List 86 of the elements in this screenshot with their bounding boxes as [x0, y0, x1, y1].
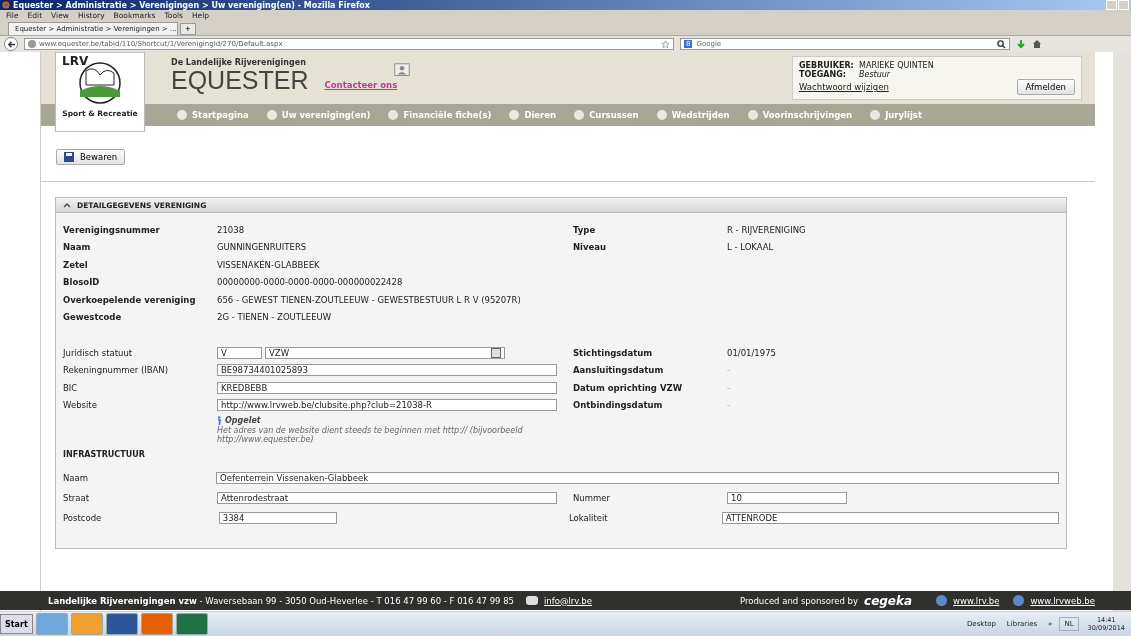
field-label: Rekeningnummer (IBAN)	[63, 365, 170, 376]
field-label: Postcode	[63, 513, 103, 523]
field-label: Juridisch statuut	[63, 347, 134, 358]
field-label: Verenigingsnummer	[63, 224, 161, 235]
input-field[interactable]: 3384	[218, 512, 337, 524]
field-label: Naam	[63, 242, 92, 253]
field-label: Straat	[63, 493, 90, 503]
field-value: GUNNINGENRUITERS	[217, 242, 308, 253]
taskbar-app-icon[interactable]	[175, 613, 208, 635]
field-label: Niveau	[573, 242, 608, 253]
field-value: -	[727, 400, 731, 411]
footer-link[interactable]: www.lrvweb.be	[1030, 595, 1095, 606]
field-label: BIC	[63, 382, 79, 393]
logout-button[interactable]: Afmelden	[1016, 79, 1075, 95]
bookmark-star-icon[interactable]	[661, 39, 670, 49]
field-label: Lokaliteit	[568, 513, 609, 523]
field-label: Nummer	[573, 493, 612, 503]
field-label: Datum oprichting VZW	[573, 382, 684, 393]
field-value: VISSENAKEN-GLABBEEK	[217, 259, 321, 270]
change-password-link[interactable]: Wachtwoord wijzigen	[799, 82, 889, 92]
field-label: Website	[63, 400, 98, 411]
taskbar-app-icon[interactable]	[105, 613, 138, 635]
sponsor-logo: cegeka	[864, 593, 913, 608]
back-button[interactable]	[4, 37, 18, 51]
nav-icon	[870, 110, 881, 120]
scrollbar[interactable]	[1113, 52, 1131, 611]
access-value: Bestuur	[859, 70, 891, 79]
field-label: Gewestcode	[63, 312, 123, 323]
nav-icon	[388, 110, 399, 120]
nav-icon	[656, 110, 667, 120]
brand-title: EQUESTER	[171, 67, 309, 93]
field-value: L - LOKAAL	[727, 242, 774, 253]
field-value: 2G - TIENEN - ZOUTLEEUW	[217, 312, 333, 323]
download-arrow-icon[interactable]	[1016, 39, 1026, 49]
input-field[interactable]: 10	[727, 492, 847, 504]
contact-link[interactable]: Contacteer ons	[324, 80, 398, 90]
input-field[interactable]: Attenrodestraat	[217, 492, 557, 504]
nav-icon	[747, 110, 758, 120]
note-title: Opgelet	[225, 416, 261, 426]
minimize-button[interactable]	[1106, 0, 1117, 10]
input-field[interactable]: BE98734401025893	[217, 364, 557, 377]
new-tab-button[interactable]: +	[180, 23, 196, 35]
input-field[interactable]: Oefenterrein Vissenaken-Glabbeek	[216, 472, 1059, 484]
field-value: 01/01/1975	[727, 347, 776, 358]
field-label: Zetel	[63, 259, 89, 270]
footer-link[interactable]: www.lrv.be	[953, 595, 1000, 606]
field-label: Aansluitingsdatum	[573, 365, 665, 376]
search-icon[interactable]	[997, 39, 1006, 49]
nav-icon	[574, 110, 585, 120]
footer-address: Landelijke Rijverenigingen vzw - Waversebaan 99 - 3050 Oud-Heverlee - T 016 47 99 60 - F 016 47 99 85	[48, 595, 514, 606]
field-value: -	[727, 365, 731, 376]
dropdown[interactable]: VZW	[265, 346, 505, 359]
field-label: BlosoID	[63, 277, 101, 288]
field-value: 21038	[217, 224, 246, 235]
restore-button[interactable]	[1118, 0, 1129, 10]
nav-icon	[177, 110, 187, 120]
input-field[interactable]: http://www.lrvweb.be/clubsite.php?club=21038-R	[217, 399, 557, 412]
input-field[interactable]: ATTENRODE	[721, 512, 1059, 524]
field-label: Overkoepelende vereniging	[63, 294, 197, 305]
note-text: Het adres van de website dient steeds te beginnen met http:// (bijvoorbeeld http://www.equester.be)	[217, 426, 524, 444]
organization-subtitle: De Landelijke Rijverenigingen	[171, 58, 307, 67]
nav-icon	[509, 110, 520, 120]
code-field[interactable]: V	[217, 346, 262, 359]
access-label: TOEGANG:	[799, 70, 847, 79]
user-name: MARIEKE QUINTEN	[859, 61, 934, 70]
taskbar-app-icon[interactable]	[140, 613, 173, 635]
field-label: Naam	[63, 473, 90, 483]
window-title: Equester > Administratie > Verenigingen > Uw vereniging(en) - Mozilla Firefox	[13, 0, 372, 10]
field-value: 00000000-0000-0000-0000-000000022428	[217, 277, 404, 288]
nav-icon	[266, 110, 277, 120]
save-button[interactable]: Bewaren	[56, 148, 126, 165]
field-label: Ontbindingsdatum	[573, 400, 664, 411]
field-value: R - RIJVERENIGING	[727, 224, 806, 235]
home-icon[interactable]	[1032, 39, 1042, 49]
start-button[interactable]: Start	[0, 614, 33, 634]
subsection-title: INFRASTRUCTUUR	[63, 450, 146, 459]
input-field[interactable]: KREDBEBB	[217, 381, 557, 394]
field-label: Stichtingsdatum	[573, 347, 654, 358]
field-value: -	[727, 382, 731, 393]
info-icon	[217, 416, 221, 426]
user-label: GEBRUIKER:	[799, 61, 851, 70]
email-link[interactable]: info@lrv.be	[544, 595, 592, 606]
field-label: Type	[573, 224, 597, 235]
firefox-icon	[2, 1, 10, 9]
sponsor-text: Produced and sponsored by	[739, 595, 858, 606]
field-value: 656 - GEWEST TIENEN-ZOUTLEEUW - GEWESTBESTUUR L R V (95207R)	[217, 294, 522, 305]
